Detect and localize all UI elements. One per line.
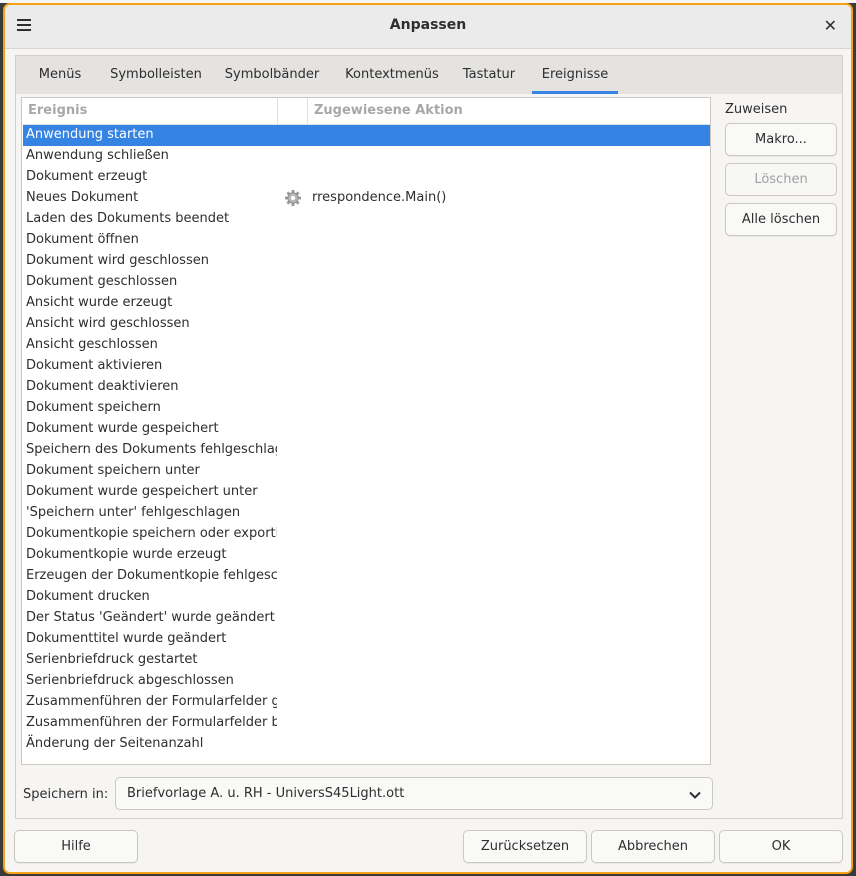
table-row[interactable]: Dokument aktivieren <box>23 356 710 377</box>
cancel-button[interactable]: Abbrechen <box>591 830 715 863</box>
table-row[interactable]: Speichern des Dokuments fehlgeschlagen <box>23 440 710 461</box>
event-name: Ansicht geschlossen <box>26 337 158 352</box>
customize-dialog: Anpassen ✕ Menüs Symbolleisten Symbolbän… <box>3 3 853 874</box>
assign-label: Zuweisen <box>725 102 788 117</box>
column-header-action[interactable]: Zugewiesene Aktion <box>308 98 710 124</box>
event-name: 'Speichern unter' fehlgeschlagen <box>26 505 241 520</box>
table-row[interactable]: Dokument erzeugt <box>23 167 710 188</box>
table-row[interactable]: Anwendung schließen <box>23 146 710 167</box>
table-row[interactable]: Dokumenttitel wurde geändert <box>23 629 710 650</box>
table-row[interactable]: Der Status 'Geändert' wurde geändert <box>23 608 710 629</box>
event-name: Dokumenttitel wurde geändert <box>26 631 227 646</box>
table-row[interactable]: Zusammenführen der Formularfelder beende… <box>23 713 710 734</box>
event-name: Zusammenführen der Formularfelder gestar… <box>26 694 277 709</box>
tab-context-menus[interactable]: Kontextmenüs <box>334 56 450 94</box>
event-name: Anwendung starten <box>26 127 154 142</box>
event-name: Serienbriefdruck gestartet <box>26 652 198 667</box>
table-row[interactable]: 'Speichern unter' fehlgeschlagen <box>23 503 710 524</box>
delete-button[interactable]: Löschen <box>725 163 837 196</box>
table-row[interactable]: Neues Dokument rrespondence.Main() <box>23 188 710 209</box>
event-name: Dokument erzeugt <box>26 169 148 184</box>
event-name: Änderung der Seitenanzahl <box>26 736 204 751</box>
table-row[interactable]: Änderung der Seitenanzahl <box>23 734 710 755</box>
titlebar: Anpassen ✕ <box>5 5 851 49</box>
tab-keyboard[interactable]: Tastatur <box>452 56 526 94</box>
event-name: Dokument öffnen <box>26 232 139 247</box>
gear-icon <box>285 190 301 206</box>
tab-bar: Menüs Symbolleisten Symbolbänder Kontext… <box>15 55 843 95</box>
dialog-footer: Hilfe Zurücksetzen Abbrechen OK <box>5 819 851 872</box>
event-name: Dokument wurde gespeichert unter <box>26 484 258 499</box>
table-row[interactable]: Anwendung starten <box>23 125 710 146</box>
table-row[interactable]: Zusammenführen der Formularfelder gestar… <box>23 692 710 713</box>
chevron-down-icon <box>689 791 701 799</box>
save-in-select[interactable]: Briefvorlage A. u. RH - UniversS45Light.… <box>115 777 713 810</box>
reset-button[interactable]: Zurücksetzen <box>463 830 587 863</box>
close-icon[interactable]: ✕ <box>824 17 837 35</box>
table-row[interactable]: Dokumentkopie speichern oder exportieren <box>23 524 710 545</box>
macro-button[interactable]: Makro... <box>725 123 837 156</box>
event-name: Laden des Dokuments beendet <box>26 211 230 226</box>
event-name: Serienbriefdruck abgeschlossen <box>26 673 234 688</box>
table-header: Ereignis Zugewiesene Aktion <box>22 98 710 125</box>
event-name: Dokument wurde gespeichert <box>26 421 219 436</box>
table-row[interactable]: Dokument wird geschlossen <box>23 251 710 272</box>
event-name: Dokument drucken <box>26 589 150 604</box>
table-row[interactable]: Ansicht wurde erzeugt <box>23 293 710 314</box>
event-name: Ansicht wurde erzeugt <box>26 295 173 310</box>
event-name: Neues Dokument <box>26 190 139 205</box>
table-row[interactable]: Dokument drucken <box>23 587 710 608</box>
events-table[interactable]: Ereignis Zugewiesene Aktion Anwendung st… <box>21 97 711 765</box>
tab-menus[interactable]: Menüs <box>26 56 94 94</box>
table-row[interactable]: Ansicht wird geschlossen <box>23 314 710 335</box>
column-header-icon[interactable] <box>278 98 308 124</box>
table-row[interactable]: Dokument speichern <box>23 398 710 419</box>
event-name: Zusammenführen der Formularfelder beende… <box>26 715 277 730</box>
event-name: Der Status 'Geändert' wurde geändert <box>26 610 275 625</box>
dialog-title: Anpassen <box>389 17 467 33</box>
delete-all-button[interactable]: Alle löschen <box>725 203 837 236</box>
event-name: Speichern des Dokuments fehlgeschlagen <box>26 442 277 457</box>
table-row[interactable]: Dokument deaktivieren <box>23 377 710 398</box>
event-name: Dokument speichern <box>26 400 161 415</box>
column-header-event[interactable]: Ereignis <box>22 98 278 124</box>
save-in-value: Briefvorlage A. u. RH - UniversS45Light.… <box>127 786 405 801</box>
table-row[interactable]: Serienbriefdruck gestartet <box>23 650 710 671</box>
tab-events[interactable]: Ereignisse <box>532 56 618 94</box>
event-name: Ansicht wird geschlossen <box>26 316 190 331</box>
table-row[interactable]: Dokument öffnen <box>23 230 710 251</box>
event-name: Dokument geschlossen <box>26 274 178 289</box>
table-rows: Anwendung starten Anwendung schließen Doku… <box>23 125 710 755</box>
tab-toolbars[interactable]: Symbolleisten <box>100 56 212 94</box>
event-name: Dokument speichern unter <box>26 463 200 478</box>
event-name: Dokument deaktivieren <box>26 379 179 394</box>
assigned-action: rrespondence.Main() <box>312 190 447 205</box>
ok-button[interactable]: OK <box>719 830 843 863</box>
table-row[interactable]: Ansicht geschlossen <box>23 335 710 356</box>
tab-ribbons[interactable]: Symbolbänder <box>216 56 328 94</box>
help-button[interactable]: Hilfe <box>14 830 138 863</box>
table-row[interactable]: Dokument wurde gespeichert unter <box>23 482 710 503</box>
table-row[interactable]: Dokument geschlossen <box>23 272 710 293</box>
table-row[interactable]: Dokumentkopie wurde erzeugt <box>23 545 710 566</box>
table-row[interactable]: Dokument wurde gespeichert <box>23 419 710 440</box>
event-name: Dokument wird geschlossen <box>26 253 209 268</box>
table-row[interactable]: Laden des Dokuments beendet <box>23 209 710 230</box>
event-name: Anwendung schließen <box>26 148 169 163</box>
save-in-label: Speichern in: <box>23 787 109 802</box>
event-name: Dokumentkopie speichern oder exportieren <box>26 526 277 541</box>
table-row[interactable]: Erzeugen der Dokumentkopie fehlgeschlage… <box>23 566 710 587</box>
table-row[interactable]: Serienbriefdruck abgeschlossen <box>23 671 710 692</box>
event-name: Dokument aktivieren <box>26 358 163 373</box>
event-name: Dokumentkopie wurde erzeugt <box>26 547 227 562</box>
event-name: Erzeugen der Dokumentkopie fehlgeschlage… <box>26 568 277 583</box>
table-row[interactable]: Dokument speichern unter <box>23 461 710 482</box>
